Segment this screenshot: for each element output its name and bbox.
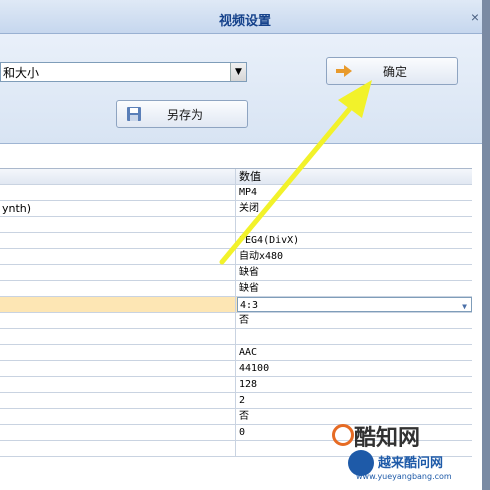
save-as-button[interactable]: 另存为 — [116, 100, 248, 128]
row-value: 128 — [239, 379, 258, 390]
row-name — [0, 297, 236, 312]
row-name: ynth) — [0, 201, 236, 216]
save-as-button-label: 另存为 — [166, 107, 203, 122]
table-row[interactable]: 否 — [0, 313, 472, 329]
aspect-ratio-select[interactable]: 4:3 ▼ — [237, 297, 472, 312]
row-value — [237, 217, 472, 232]
row-name — [0, 217, 236, 232]
preset-combobox[interactable]: 和大小 ▼ — [0, 62, 247, 82]
row-name — [0, 313, 236, 328]
row-name — [0, 185, 236, 200]
watermark-brand: 酷知网 — [354, 426, 421, 451]
table-row-selected[interactable]: 4:3 ▼ — [0, 297, 472, 313]
title-bar: 视频设置 × — [0, 0, 490, 34]
table-row[interactable]: AAC — [0, 345, 472, 361]
row-value: 44100 — [239, 363, 270, 374]
table-row[interactable] — [0, 217, 472, 233]
watermark-url: www.yueyangbang.com — [356, 472, 452, 481]
chevron-down-icon[interactable]: ▼ — [230, 63, 246, 81]
chevron-down-icon[interactable]: ▼ — [462, 299, 467, 311]
table-row[interactable]: PEG4(DivX) — [0, 233, 472, 249]
row-value — [237, 329, 472, 344]
arrow-right-icon — [333, 65, 355, 77]
row-name — [0, 393, 236, 408]
row-value: MP4 — [239, 187, 258, 198]
row-name — [0, 281, 236, 296]
row-name — [0, 441, 236, 456]
table-row[interactable]: 128 — [0, 377, 472, 393]
row-value: 自动x480 — [239, 251, 284, 262]
table-row[interactable]: 缺省 — [0, 281, 472, 297]
row-value: 否 — [239, 315, 249, 326]
row-value: 4:3 — [240, 300, 259, 311]
watermark-logo-icon — [332, 424, 354, 446]
table-header: 数值 — [0, 169, 472, 185]
row-name — [0, 265, 236, 280]
window-title: 视频设置 — [218, 14, 271, 29]
table-row[interactable]: 2 — [0, 393, 472, 409]
close-icon: × — [470, 9, 480, 25]
row-name — [0, 377, 236, 392]
row-name — [0, 361, 236, 376]
row-value: AAC — [239, 347, 258, 358]
row-value: 关闭 — [239, 203, 259, 214]
preset-combobox-value: 和大小 — [3, 65, 40, 80]
table-row[interactable]: 44100 — [0, 361, 472, 377]
name-column-header — [0, 169, 236, 184]
floppy-disk-icon — [123, 106, 145, 122]
row-name — [0, 409, 236, 424]
row-value: 2 — [239, 395, 246, 406]
table-row[interactable]: ynth) 关闭 — [0, 201, 472, 217]
row-value: PEG4(DivX) — [239, 235, 300, 246]
row-name — [0, 329, 236, 344]
window-border — [482, 0, 490, 490]
row-value: 缺省 — [239, 267, 259, 278]
row-name — [0, 425, 236, 440]
ok-button-label: 确定 — [382, 64, 407, 79]
row-name — [0, 233, 236, 248]
table-row[interactable] — [0, 329, 472, 345]
row-name — [0, 249, 236, 264]
row-name — [0, 345, 236, 360]
value-column-header: 数值 — [239, 170, 261, 183]
table-row[interactable]: 缺省 — [0, 265, 472, 281]
watermark-brand-2: 越来酷问网 — [378, 456, 444, 471]
table-row[interactable]: MP4 — [0, 185, 472, 201]
row-value: 缺省 — [239, 283, 259, 294]
table-row[interactable]: 自动x480 — [0, 249, 472, 265]
ok-button[interactable]: 确定 — [326, 57, 458, 85]
